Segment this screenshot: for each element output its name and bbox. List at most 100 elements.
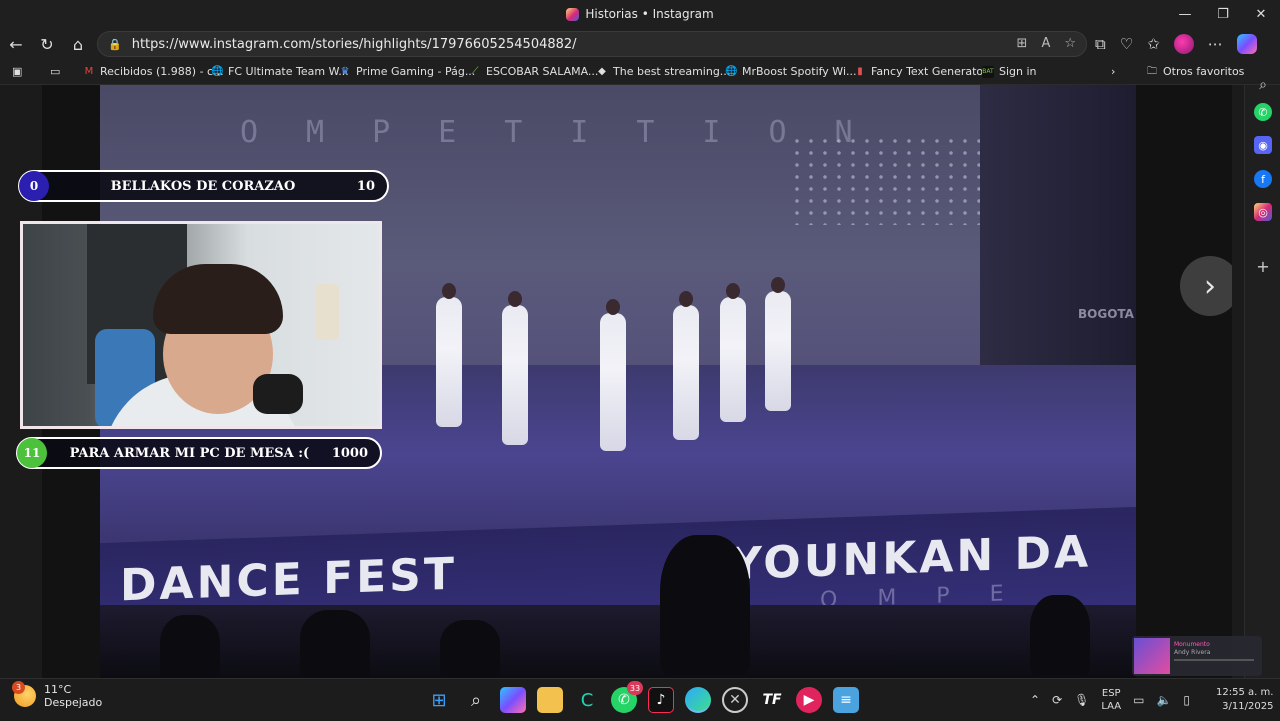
microphone — [253, 374, 303, 414]
collections-icon[interactable]: ▭ — [50, 65, 60, 78]
bookmark-gmail[interactable]: M Recibidos (1.988) - c... — [83, 65, 224, 78]
track-title: Monumento — [1174, 641, 1210, 648]
browser-essentials-icon[interactable]: ♡ — [1120, 35, 1133, 53]
back-button[interactable]: ← — [1, 29, 31, 59]
camera-operator — [660, 535, 750, 675]
banner-text-left: DANCE FEST — [120, 548, 457, 612]
bookmark-fancy-text[interactable]: ▮ Fancy Text Generato... — [854, 65, 993, 78]
led-dot-matrix — [790, 135, 990, 225]
extensions-icon[interactable]: ⧉ — [1095, 35, 1106, 53]
site-info-icon[interactable]: 🔒 — [108, 38, 122, 51]
profile-avatar[interactable] — [1173, 34, 1194, 54]
dancer — [600, 299, 626, 451]
more-options-icon[interactable]: ⋯ — [1208, 35, 1223, 53]
system-tray: ⌃ ⟳ 🎙 ESP LAA ▭ 🔈 ▯ 12:55 a. m. 3/11/202… — [1030, 679, 1273, 721]
tiktok-icon[interactable]: ♪ — [648, 687, 674, 713]
volume-icon[interactable]: 🔈 — [1156, 693, 1171, 707]
home-button[interactable]: ⌂ — [63, 29, 93, 59]
bookmark-prime-gaming[interactable]: ♛ Prime Gaming - Pág... — [339, 65, 476, 78]
tab-actions-icon[interactable]: ▣ — [12, 65, 22, 78]
discord-icon[interactable]: ◉ — [1254, 136, 1272, 154]
now-playing-card[interactable]: Monumento Andy Rivera — [1132, 636, 1262, 676]
streamer-hair — [153, 264, 283, 334]
goal-bar-bottom: 11 PARA ARMAR MI PC DE MESA :( 1000 — [16, 437, 382, 469]
restore-button[interactable]: ❐ — [1204, 0, 1242, 28]
favorites-icon[interactable]: ✩ — [1147, 35, 1160, 53]
dancer — [720, 283, 746, 422]
minimize-button[interactable]: — — [1166, 0, 1204, 28]
copilot-icon[interactable] — [1236, 34, 1257, 54]
whatsapp-icon[interactable]: ✆ 33 — [611, 681, 643, 713]
bookmark-fc-ultimate[interactable]: 🌐 FC Ultimate Team W... — [211, 65, 349, 78]
bookmark-streaming[interactable]: ◆ The best streaming... — [596, 65, 730, 78]
dancer — [436, 283, 462, 427]
weather-widget[interactable]: 3 11°C Despejado — [12, 681, 102, 709]
copilot-icon[interactable] — [500, 687, 526, 713]
chevron-right-icon: › — [1204, 268, 1216, 304]
goal-label: PARA ARMAR MI PC DE MESA :( — [69, 445, 310, 461]
webcam-feed — [20, 221, 382, 429]
dancer — [673, 291, 699, 440]
refresh-icon: ↻ — [40, 34, 54, 54]
next-story-button[interactable]: › — [1180, 256, 1240, 316]
add-sidebar-app-icon[interactable]: + — [1254, 257, 1272, 276]
goal-bar-top: 0 BELLAKOS DE CORAZAO 10 — [18, 170, 389, 202]
app-available-icon[interactable]: ⊞ — [1017, 36, 1028, 51]
copilot-c-icon[interactable]: C — [574, 687, 600, 713]
address-bar[interactable]: 🔒 https://www.instagram.com/stories/high… — [97, 31, 1087, 57]
xbox-icon[interactable]: ✕ — [722, 687, 748, 713]
whatsapp-badge: 33 — [627, 681, 643, 695]
sync-icon[interactable]: ⟳ — [1052, 693, 1062, 707]
url-text: https://www.instagram.com/stories/highli… — [131, 36, 577, 52]
bookmark-label: FC Ultimate Team W... — [228, 65, 349, 78]
notepad-icon[interactable]: ≡ — [833, 687, 859, 713]
close-button[interactable]: ✕ — [1242, 0, 1280, 28]
arrow-left-icon: ← — [9, 34, 23, 54]
refresh-button[interactable]: ↻ — [32, 29, 62, 59]
bookmarks-overflow-chevron-icon[interactable]: › — [1111, 65, 1115, 78]
microphone-icon[interactable]: 🎙 — [1074, 693, 1089, 707]
keyboard-layout: LAA — [1101, 701, 1122, 712]
diamond-icon: ◆ — [598, 65, 606, 77]
feather-icon: ⟋ — [471, 65, 479, 77]
search-icon[interactable]: ⌕ — [463, 687, 489, 713]
whatsapp-icon[interactable]: ✆ — [1254, 103, 1272, 121]
windows-start-icon[interactable]: ⊞ — [426, 687, 452, 713]
album-art — [1134, 638, 1170, 674]
file-explorer-icon[interactable] — [537, 687, 563, 713]
search-icon[interactable]: ⌕ — [1254, 76, 1272, 94]
track-progress[interactable] — [1174, 659, 1254, 661]
bookmark-mrboost[interactable]: 🌐 MrBoost Spotify Wi... — [725, 65, 857, 78]
network-icon[interactable]: ▭ — [1133, 693, 1144, 707]
battery-icon[interactable]: ▯ — [1183, 693, 1190, 707]
folder-icon: 🗀 — [1147, 65, 1157, 77]
bookmark-sign-in[interactable]: BAT Sign in — [982, 65, 1037, 78]
edge-icon[interactable] — [685, 687, 711, 713]
show-hidden-icons-chevron-icon[interactable]: ⌃ — [1030, 693, 1040, 707]
window-title-text: Historias • Instagram — [585, 7, 714, 21]
media-player-icon[interactable]: ▶ — [796, 687, 822, 713]
home-icon: ⌂ — [72, 34, 84, 54]
scrollbar[interactable] — [1232, 85, 1244, 678]
browser-toolbar: ← ↻ ⌂ 🔒 https://www.instagram.com/storie… — [0, 28, 1280, 60]
bookmark-label: Fancy Text Generato... — [871, 65, 994, 78]
language-indicator[interactable]: ESP LAA — [1101, 687, 1121, 713]
dancer — [502, 291, 528, 445]
bookmark-label: Recibidos (1.988) - c... — [100, 65, 224, 78]
taskbar-apps: ⊞ ⌕ C ✆ 33 ♪ ✕ TF ▶ ≡ — [426, 681, 859, 713]
tf-icon[interactable]: TF — [759, 687, 785, 713]
other-favorites-folder[interactable]: 🗀 Otros favoritos — [1146, 65, 1244, 78]
gmail-icon: M — [84, 65, 94, 77]
taskbar: 3 11°C Despejado ⊞ ⌕ C ✆ 33 ♪ ✕ TF ▶ ≡ ⌃ … — [0, 678, 1280, 720]
bookmark-escobar[interactable]: ⟋ ESCOBAR SALAMA... — [469, 65, 599, 78]
instagram-icon — [566, 7, 580, 21]
goal-current: 11 — [23, 446, 41, 460]
clock[interactable]: 12:55 a. m. 3/11/2025 — [1216, 686, 1273, 714]
facebook-icon[interactable]: f — [1254, 170, 1272, 188]
dancer — [765, 277, 791, 411]
read-aloud-icon[interactable]: A — [1041, 36, 1050, 51]
goal-target: 1000 — [331, 445, 368, 461]
instagram-icon[interactable]: ◎ — [1254, 203, 1272, 221]
globe-icon: 🌐 — [725, 65, 738, 77]
favorite-star-icon[interactable]: ☆ — [1064, 36, 1076, 51]
